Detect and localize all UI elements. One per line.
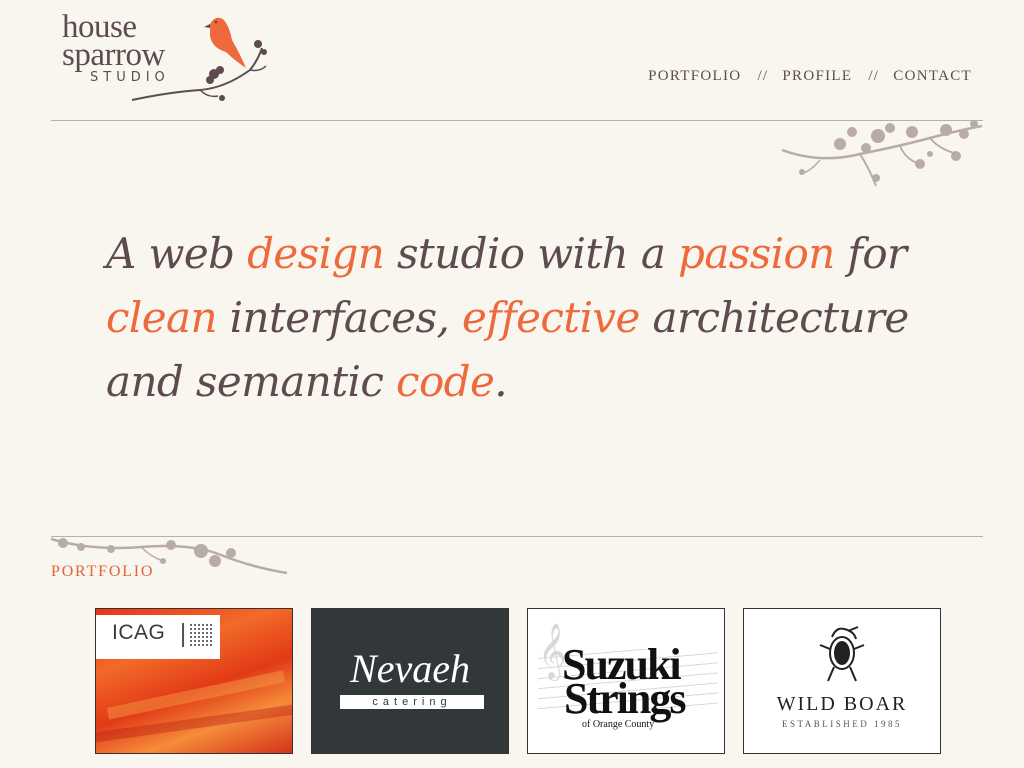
icag-label: ICAG <box>112 621 166 644</box>
nav-portfolio[interactable]: PORTFOLIO <box>648 68 741 85</box>
nav-contact[interactable]: CONTACT <box>893 68 972 85</box>
hero-highlight: code <box>396 357 495 406</box>
hero-highlight: effective <box>461 293 640 342</box>
suzuki-line3: of Orange County <box>582 719 655 730</box>
nav-separator: // <box>757 68 769 84</box>
dot-grid-icon <box>189 623 213 647</box>
portfolio-grid: ICAG Nevaeh catering 𝄞 Suzuki Strings of… <box>95 608 941 754</box>
suzuki-line2: Strings <box>564 674 686 723</box>
wild-boar-name: WILD BOAR <box>776 693 908 715</box>
hero-highlight: design <box>247 229 385 278</box>
hero-text: interfaces, <box>216 293 462 342</box>
nevaeh-name: Nevaeh <box>350 646 470 691</box>
nav-separator: // <box>868 68 880 84</box>
portfolio-item-suzuki-strings[interactable]: 𝄞 Suzuki Strings of Orange County <box>527 608 725 754</box>
logo[interactable]: house sparrow STUDIO <box>60 10 270 105</box>
hero-text: for <box>834 229 907 278</box>
hero-highlight: clean <box>106 293 218 342</box>
icag-divider <box>182 623 184 647</box>
main-nav: PORTFOLIO // PROFILE // CONTACT <box>648 68 972 85</box>
portfolio-item-wild-boar[interactable]: WILD BOAR ESTABLISHED 1985 <box>743 608 941 754</box>
blossom-branch-icon <box>781 120 983 187</box>
hero-text: studio with a <box>384 229 679 278</box>
hero-statement: A web design studio with a passion for c… <box>106 222 976 414</box>
portfolio-heading: PORTFOLIO <box>51 563 155 580</box>
portfolio-item-icag[interactable]: ICAG <box>95 608 293 754</box>
hero-highlight: passion <box>678 229 835 278</box>
sparrow-branch-icon <box>131 17 267 101</box>
nevaeh-sub: catering <box>340 695 484 709</box>
hero-text: A web <box>106 229 248 278</box>
nav-profile[interactable]: PROFILE <box>782 68 852 85</box>
boar-icon <box>819 626 865 682</box>
wild-boar-est: ESTABLISHED 1985 <box>781 719 903 729</box>
portfolio-item-nevaeh[interactable]: Nevaeh catering <box>311 608 509 754</box>
hero-text: . <box>494 357 507 406</box>
